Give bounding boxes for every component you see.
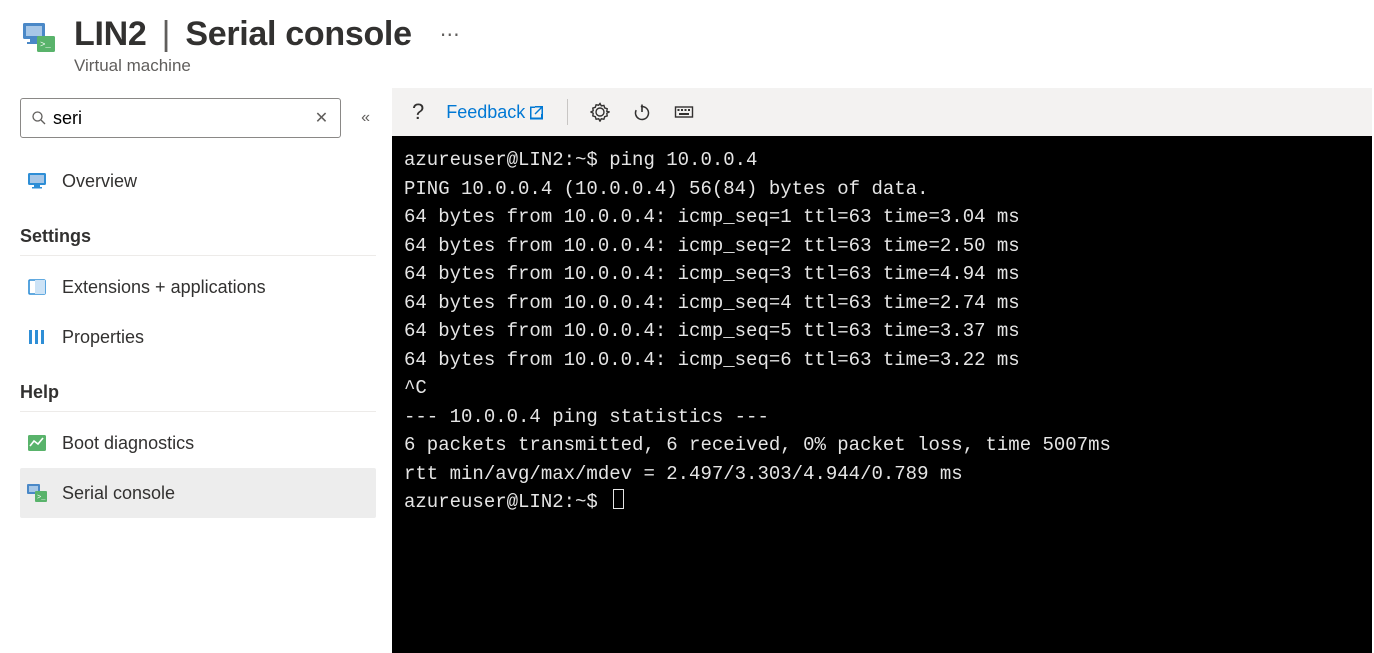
resource-type: Virtual machine (74, 56, 1354, 76)
collapse-sidebar-icon[interactable]: « (355, 103, 376, 133)
properties-icon (26, 326, 48, 348)
sidebar-item-label: Overview (62, 171, 137, 192)
power-icon[interactable] (632, 102, 652, 122)
sidebar-heading: Settings (20, 226, 376, 256)
monitor-icon (26, 170, 48, 192)
clear-search-icon[interactable]: ✕ (313, 108, 330, 128)
keyboard-icon[interactable] (674, 102, 694, 122)
svg-text:>_: >_ (40, 40, 51, 50)
help-button[interactable]: ? (412, 99, 424, 125)
title-separator: | (162, 15, 171, 53)
terminal-cursor (613, 489, 624, 509)
sidebar-item-label: Boot diagnostics (62, 433, 194, 454)
sidebar-item-boot-diag[interactable]: Boot diagnostics (20, 418, 376, 468)
search-box[interactable]: ✕ (20, 98, 341, 138)
extension-icon (26, 276, 48, 298)
toolbar-divider (567, 99, 568, 125)
more-actions-icon[interactable]: ⋯ (440, 14, 462, 54)
chart-icon (26, 432, 48, 454)
sidebar-item-label: Serial console (62, 483, 175, 504)
sidebar-item-extensions[interactable]: Extensions + applications (20, 262, 376, 312)
feedback-label: Feedback (446, 102, 525, 123)
terminal-output[interactable]: azureuser@LIN2:~$ ping 10.0.0.4 PING 10.… (392, 136, 1372, 653)
feedback-button[interactable]: Feedback (446, 102, 545, 123)
sidebar-item-label: Extensions + applications (62, 277, 266, 298)
toolbar: ? Feedback (392, 88, 1372, 136)
sidebar-item-serial-console[interactable]: >_ Serial console (20, 468, 376, 518)
vm-resource-icon: >_ (20, 20, 56, 56)
page-title: LIN2 | Serial console (74, 15, 412, 54)
blade-header: >_ LIN2 | Serial console ⋯ Virtual machi… (0, 0, 1374, 88)
gear-icon[interactable] (590, 102, 610, 122)
search-input[interactable] (47, 108, 313, 129)
main-pane: ? Feedback azureuser@LIN2: (392, 88, 1372, 653)
sidebar-heading: Help (20, 382, 376, 412)
search-icon (31, 110, 47, 126)
sidebar-item-properties[interactable]: Properties (20, 312, 376, 362)
sidebar: ✕ « Overview Settings Extensions + applica… (0, 88, 392, 653)
blade-name: Serial console (185, 15, 411, 53)
external-link-icon (529, 104, 545, 120)
sidebar-item-overview[interactable]: Overview (20, 156, 376, 206)
console-icon: >_ (26, 482, 48, 504)
svg-text:>_: >_ (37, 494, 46, 502)
sidebar-item-label: Properties (62, 327, 144, 348)
resource-name: LIN2 (74, 15, 146, 53)
